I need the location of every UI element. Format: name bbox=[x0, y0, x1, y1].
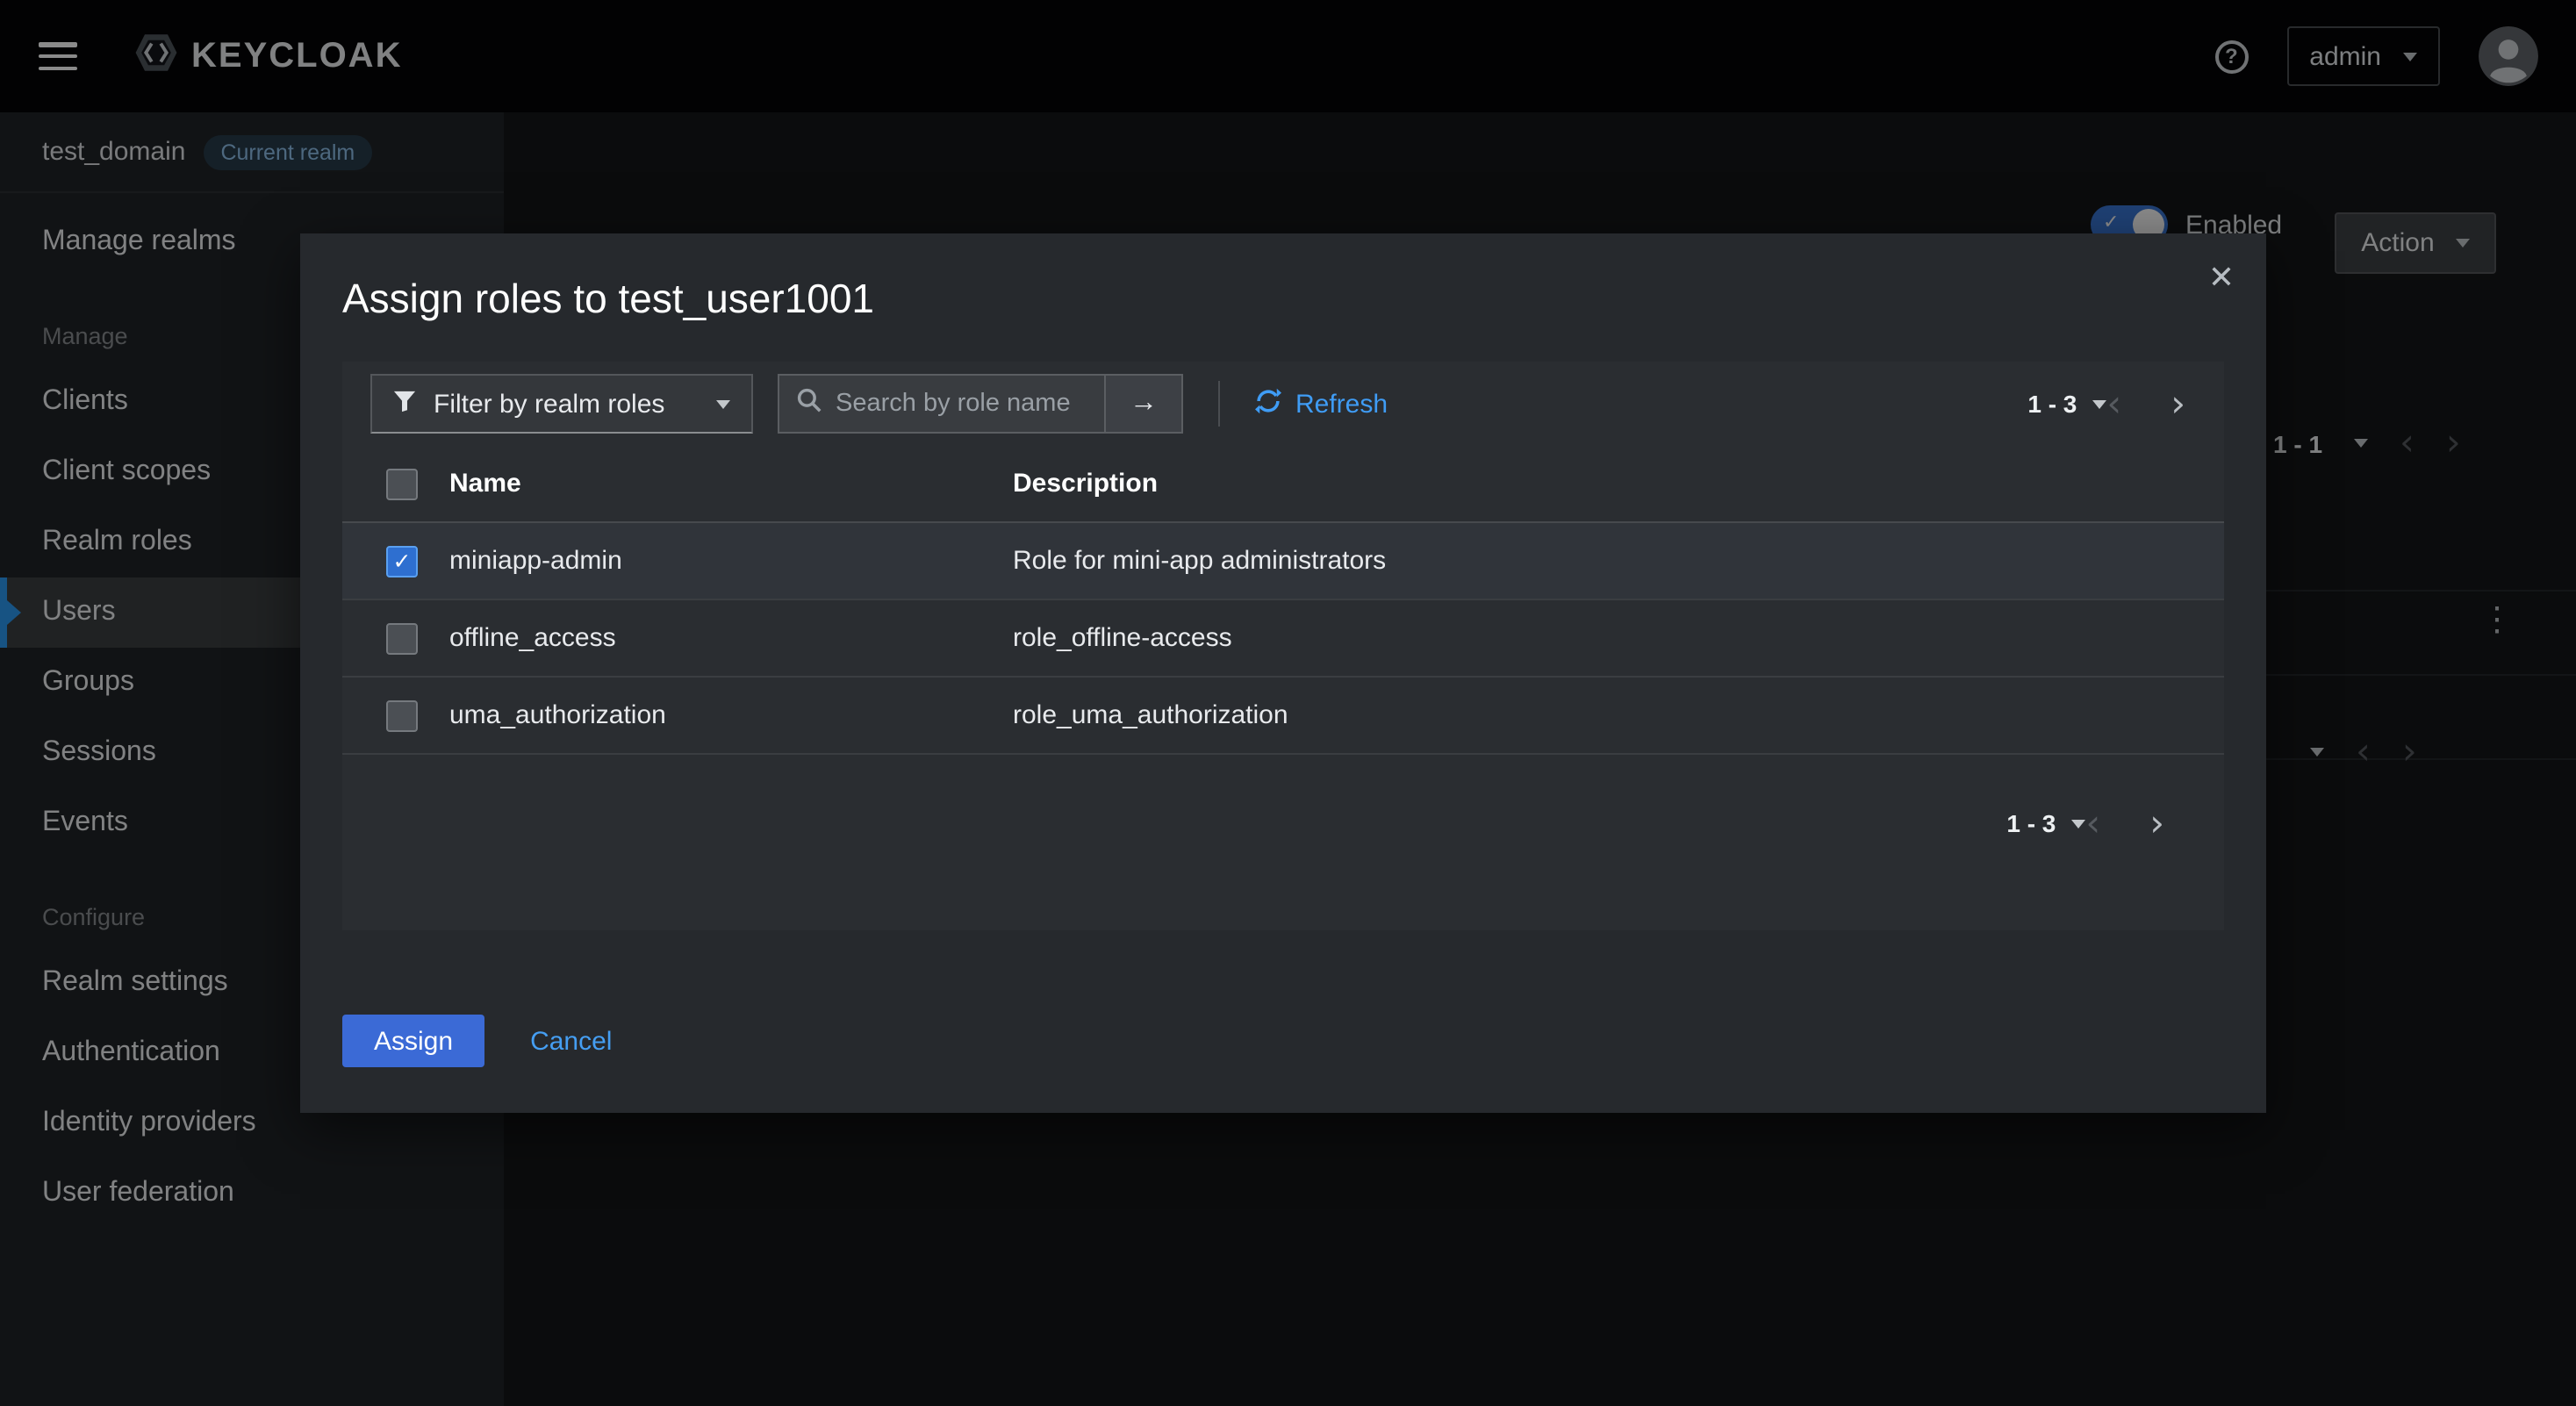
roles-pagination-top: 1 - 3 ‹ › bbox=[2027, 385, 2196, 422]
table-row[interactable]: uma_authorization role_uma_authorization bbox=[342, 678, 2224, 755]
search-box bbox=[778, 374, 1104, 434]
refresh-label: Refresh bbox=[1295, 389, 1388, 419]
role-name: offline_access bbox=[449, 623, 1013, 653]
search-submit-button[interactable]: → bbox=[1104, 374, 1183, 434]
keycloak-admin-console: KEYCLOAK ? admin test_domain Current rea… bbox=[0, 0, 2576, 1406]
modal-title: Assign roles to test_user1001 bbox=[342, 276, 2224, 323]
page-next-icon[interactable]: › bbox=[2171, 385, 2185, 422]
roles-table-body: ✓ miniapp-admin Role for mini-app admini… bbox=[342, 523, 2224, 755]
roles-table-header: Name Description bbox=[342, 446, 2224, 523]
column-header-description: Description bbox=[1013, 469, 2224, 499]
roles-table: Name Description ✓ miniapp-admin Role fo… bbox=[342, 446, 2224, 755]
roles-panel: Filter by realm roles → bbox=[342, 362, 2224, 930]
role-checkbox[interactable] bbox=[386, 699, 418, 731]
filter-icon bbox=[393, 389, 416, 419]
table-row[interactable]: offline_access role_offline-access bbox=[342, 600, 2224, 678]
filter-dropdown[interactable]: Filter by realm roles bbox=[370, 374, 753, 434]
toolbar-divider bbox=[1218, 381, 1220, 427]
search-input[interactable] bbox=[836, 390, 1087, 418]
search-icon bbox=[797, 387, 822, 420]
page-previous-icon[interactable]: ‹ bbox=[2085, 805, 2100, 842]
search-group: → bbox=[778, 374, 1183, 434]
pagination-range: 1 - 3 bbox=[2006, 809, 2056, 837]
role-description: role_uma_authorization bbox=[1013, 700, 2224, 730]
modal-footer: Assign Cancel bbox=[300, 1015, 2266, 1113]
filter-label: Filter by realm roles bbox=[434, 389, 664, 419]
role-name: uma_authorization bbox=[449, 700, 1013, 730]
pagination-range: 1 - 3 bbox=[2027, 390, 2077, 418]
page-previous-icon[interactable]: ‹ bbox=[2106, 385, 2121, 422]
chevron-down-icon bbox=[2092, 399, 2106, 408]
role-description: role_offline-access bbox=[1013, 623, 2224, 653]
role-description: Role for mini-app administrators bbox=[1013, 546, 2224, 576]
chevron-down-icon bbox=[2071, 819, 2085, 828]
page-next-icon[interactable]: › bbox=[2149, 805, 2164, 842]
assign-button[interactable]: Assign bbox=[342, 1015, 484, 1067]
table-row[interactable]: ✓ miniapp-admin Role for mini-app admini… bbox=[342, 523, 2224, 600]
refresh-icon bbox=[1255, 387, 1281, 420]
column-header-name: Name bbox=[449, 469, 1013, 499]
roles-toolbar: Filter by realm roles → bbox=[342, 362, 2224, 446]
cancel-button[interactable]: Cancel bbox=[530, 1026, 612, 1056]
select-all-checkbox[interactable] bbox=[386, 468, 418, 499]
close-icon[interactable]: ✕ bbox=[2208, 262, 2235, 293]
chevron-down-icon bbox=[716, 399, 730, 408]
roles-pagination-bottom: 1 - 3 ‹ › bbox=[342, 755, 2224, 892]
role-name: miniapp-admin bbox=[449, 546, 1013, 576]
assign-roles-modal: Assign roles to test_user1001 ✕ Filter b… bbox=[300, 233, 2266, 1113]
role-checkbox[interactable] bbox=[386, 622, 418, 654]
role-checkbox[interactable]: ✓ bbox=[386, 545, 418, 577]
refresh-button[interactable]: Refresh bbox=[1255, 387, 1388, 420]
arrow-right-icon: → bbox=[1130, 388, 1158, 420]
